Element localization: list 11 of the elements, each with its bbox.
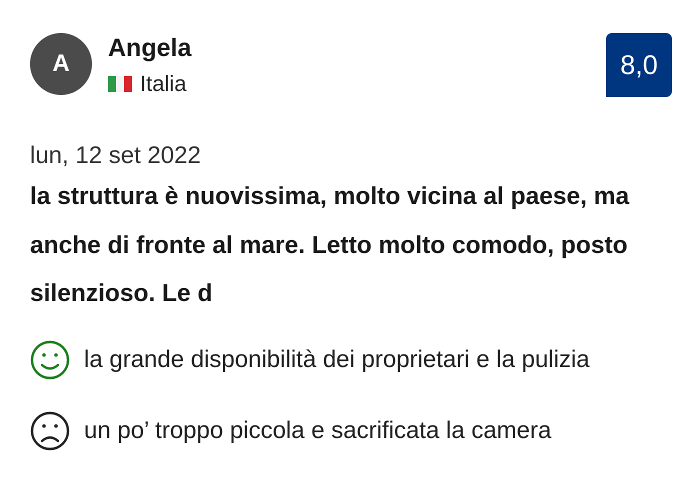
smiley-icon xyxy=(30,340,70,380)
review-date: lun, 12 set 2022 xyxy=(30,141,202,171)
frown-icon xyxy=(30,410,70,450)
country-label: Italia xyxy=(140,71,186,97)
avatar: A xyxy=(30,33,92,95)
flag-icon xyxy=(108,76,132,92)
score-badge: 8,0 xyxy=(606,33,672,97)
reviewer-name: Angela xyxy=(108,33,192,63)
comment-text: la grande disponibilità dei proprietari e la pulizia xyxy=(84,344,591,374)
comment-text: un po’ troppo piccola e sacrificata la camera xyxy=(84,416,552,446)
review-title: la struttura è nuovissima, molto vicina al paese, ma anche di fronte al mare. Letto molto comodo, posto silenzioso. Le d xyxy=(30,182,630,309)
